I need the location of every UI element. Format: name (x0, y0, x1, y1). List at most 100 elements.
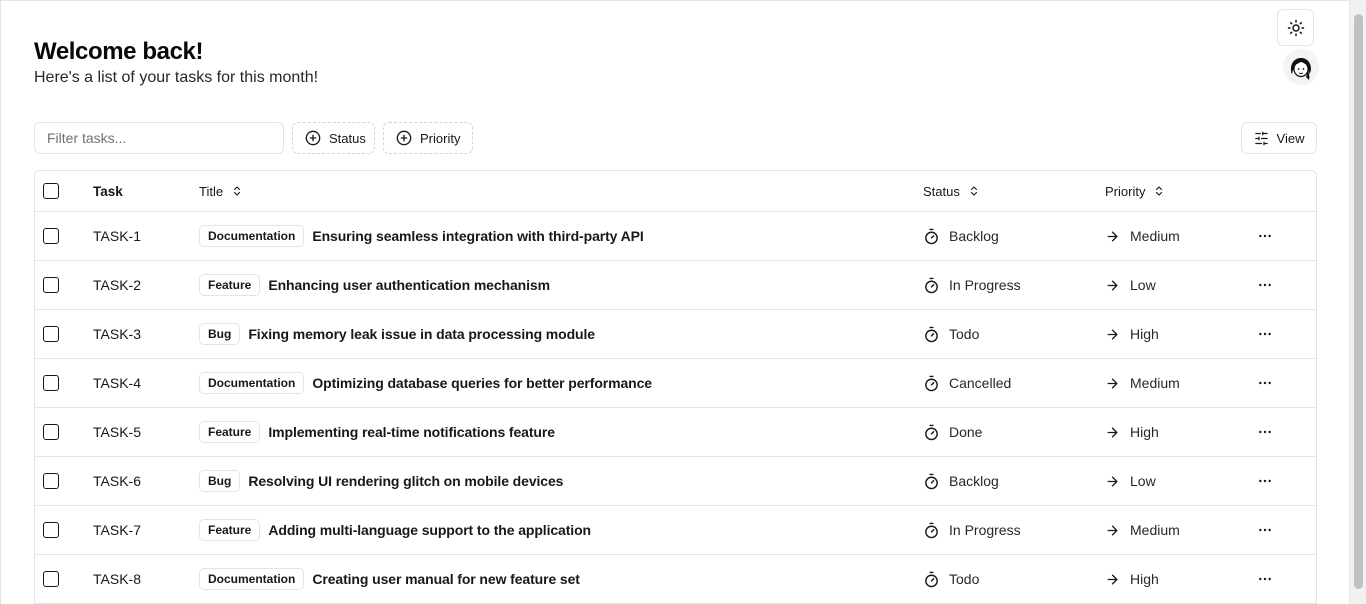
arrow-right-icon (1105, 572, 1120, 587)
row-select-cell (43, 212, 59, 260)
task-priority: Medium (1130, 522, 1180, 538)
table-row[interactable]: TASK-3 Bug Fixing memory leak issue in dat… (35, 310, 1316, 359)
timer-icon (923, 571, 940, 588)
task-label-badge: Bug (199, 470, 241, 492)
task-priority: Medium (1130, 228, 1180, 244)
page-title: Welcome back! (34, 38, 204, 65)
column-header-title[interactable]: Title (199, 171, 243, 211)
row-select-cell (43, 408, 59, 456)
page-scrollbar[interactable] (1349, 0, 1366, 604)
task-priority: High (1130, 424, 1159, 440)
row-select-cell (43, 359, 59, 407)
task-priority: Low (1130, 473, 1156, 489)
task-status-cell: Todo (923, 555, 979, 603)
table-row[interactable]: TASK-2 Feature Enhancing user authenticati… (35, 261, 1316, 310)
status-filter-button[interactable]: Status (292, 122, 375, 154)
column-header-status[interactable]: Status (923, 171, 980, 211)
priority-filter-button[interactable]: Priority (383, 122, 473, 154)
arrow-right-icon (1105, 376, 1120, 391)
column-header-priority[interactable]: Priority (1105, 171, 1165, 211)
task-status: Todo (949, 326, 980, 342)
task-priority: Medium (1130, 375, 1180, 391)
task-status-cell: In Progress (923, 261, 1021, 309)
task-status-cell: Done (923, 408, 982, 456)
user-avatar[interactable] (1283, 49, 1319, 85)
table-row[interactable]: TASK-1 Documentation Ensuring seamless int… (35, 212, 1316, 261)
table-row[interactable]: TASK-7 Feature Adding multi-language suppo… (35, 506, 1316, 555)
task-label-badge: Feature (199, 421, 261, 443)
row-actions-button[interactable] (1255, 408, 1275, 456)
task-status-cell: Todo (923, 310, 979, 358)
row-select-checkbox[interactable] (43, 473, 59, 489)
table-row[interactable]: TASK-4 Documentation Optimizing database q… (35, 359, 1316, 408)
task-status-cell: Backlog (923, 212, 999, 260)
row-actions-button[interactable] (1255, 555, 1275, 603)
task-priority-cell: Low (1105, 261, 1156, 309)
scrollbar-thumb[interactable] (1354, 14, 1363, 589)
task-status: Backlog (949, 473, 999, 489)
task-title: Creating user manual for new feature set (312, 571, 580, 587)
row-select-checkbox[interactable] (43, 424, 59, 440)
table-row[interactable]: TASK-6 Bug Resolving UI rendering glitch o… (35, 457, 1316, 506)
column-header-priority-label: Priority (1105, 183, 1146, 199)
task-status: Todo (949, 571, 980, 587)
select-all-checkbox[interactable] (43, 183, 59, 199)
task-priority-cell: Medium (1105, 212, 1180, 260)
task-id: TASK-6 (93, 473, 141, 489)
table-row[interactable]: TASK-5 Feature Implementing real-time noti… (35, 408, 1316, 457)
task-title-cell: Documentation Creating user manual for ne… (199, 555, 580, 603)
row-select-cell (43, 310, 59, 358)
row-select-checkbox[interactable] (43, 228, 59, 244)
filter-tasks-input[interactable] (34, 122, 284, 154)
row-actions-button[interactable] (1255, 261, 1275, 309)
row-select-cell (43, 506, 59, 554)
task-title: Resolving UI rendering glitch on mobile … (248, 473, 564, 489)
more-horizontal-icon (1257, 473, 1273, 489)
task-priority-cell: Medium (1105, 506, 1180, 554)
row-actions-button[interactable] (1255, 310, 1275, 358)
row-actions-button[interactable] (1255, 457, 1275, 505)
table-toolbar: Status Priority View (34, 122, 1317, 154)
task-priority-cell: Low (1105, 457, 1156, 505)
task-status: In Progress (949, 277, 1021, 293)
sun-icon (1287, 19, 1305, 37)
row-actions-button[interactable] (1255, 506, 1275, 554)
task-title: Adding multi-language support to the app… (268, 522, 591, 538)
task-title-cell: Feature Implementing real-time notificati… (199, 408, 555, 456)
more-horizontal-icon (1257, 522, 1273, 538)
row-actions-button[interactable] (1255, 212, 1275, 260)
task-label-badge: Feature (199, 274, 261, 296)
timer-icon (923, 277, 940, 294)
more-horizontal-icon (1257, 228, 1273, 244)
row-select-checkbox[interactable] (43, 375, 59, 391)
row-select-checkbox[interactable] (43, 522, 59, 538)
timer-icon (923, 473, 940, 490)
arrow-right-icon (1105, 229, 1120, 244)
row-select-cell (43, 457, 59, 505)
task-id: TASK-2 (93, 277, 141, 293)
row-select-cell (43, 261, 59, 309)
table-row[interactable]: TASK-8 Documentation Creating user manual … (35, 555, 1316, 604)
arrow-right-icon (1105, 523, 1120, 538)
timer-icon (923, 522, 940, 539)
more-horizontal-icon (1257, 326, 1273, 342)
column-header-title-label: Title (199, 183, 224, 199)
app-frame: Welcome back! Here's a list of your task… (0, 0, 1349, 604)
row-select-checkbox[interactable] (43, 571, 59, 587)
theme-toggle-button[interactable] (1277, 9, 1314, 46)
table-header-row: Task Title Status Priority (35, 171, 1316, 212)
timer-icon (923, 326, 940, 343)
page-subtitle: Here's a list of your tasks for this mon… (34, 69, 319, 86)
view-options-button[interactable]: View (1241, 122, 1317, 154)
column-header-status-label: Status (923, 183, 960, 199)
task-title-cell: Bug Fixing memory leak issue in data proc… (199, 310, 595, 358)
row-select-checkbox[interactable] (43, 277, 59, 293)
task-id: TASK-4 (93, 375, 141, 391)
task-id: TASK-5 (93, 424, 141, 440)
task-priority-cell: High (1105, 310, 1159, 358)
row-actions-button[interactable] (1255, 359, 1275, 407)
plus-circle-icon (305, 130, 321, 146)
task-status: Cancelled (949, 375, 1012, 391)
row-select-checkbox[interactable] (43, 326, 59, 342)
task-id: TASK-7 (93, 522, 141, 538)
